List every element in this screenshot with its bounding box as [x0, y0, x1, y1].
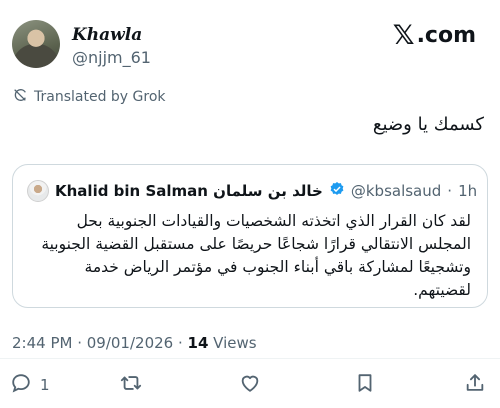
quoted-author-name[interactable]: Khalid bin Salman خالد بن سلمان: [55, 182, 323, 200]
share-button[interactable]: [464, 372, 486, 398]
verified-badge-icon: [329, 181, 345, 201]
retweet-icon: [120, 372, 142, 398]
x-logo: 𝕏 .com: [393, 22, 476, 49]
tweet-text: كسمك يا وضيع: [372, 114, 484, 135]
quoted-tweet[interactable]: Khalid bin Salman خالد بن سلمان @kbsalsa…: [12, 164, 488, 308]
quoted-time[interactable]: 1h: [458, 182, 477, 200]
quoted-separator: ·: [447, 182, 453, 200]
share-icon: [464, 372, 486, 398]
quoted-author-avatar[interactable]: [27, 180, 49, 202]
x-logo-mark: 𝕏: [392, 20, 415, 51]
bookmark-icon: [354, 372, 376, 398]
bookmark-button[interactable]: [354, 372, 376, 398]
tweet-meta: 2:44 PM · 09/01/2026 · 14 Views: [12, 334, 257, 352]
tweet-header: Khawla @njjm_61 𝕏 .com: [0, 0, 500, 80]
heart-icon: [239, 372, 261, 398]
like-button[interactable]: [239, 372, 261, 398]
author-display-name[interactable]: Khawla: [72, 25, 142, 45]
author-avatar[interactable]: [12, 20, 60, 68]
x-logo-domain: .com: [416, 23, 476, 48]
translated-label: Translated by Grok: [34, 89, 166, 105]
tweet-timestamp[interactable]: 2:44 PM · 09/01/2026 ·: [12, 334, 188, 352]
views-label: Views: [208, 334, 257, 352]
action-bar: 1: [0, 372, 500, 402]
retweet-button[interactable]: [120, 372, 142, 398]
translated-by-grok[interactable]: Translated by Grok: [12, 87, 166, 107]
reply-icon: [10, 372, 32, 398]
translate-icon: [12, 87, 28, 107]
divider: [0, 358, 500, 359]
views-count: 14: [187, 334, 209, 352]
author-handle[interactable]: @njjm_61: [72, 48, 151, 67]
quoted-author-handle[interactable]: @kbsalsaud: [351, 182, 441, 200]
reply-count: 1: [40, 376, 50, 394]
reply-button[interactable]: 1: [10, 372, 50, 398]
quoted-tweet-text: لقد كان القرار الذي اتخذته الشخصيات والق…: [41, 212, 471, 299]
quoted-tweet-header: Khalid bin Salman خالد بن سلمان @kbsalsa…: [27, 180, 477, 202]
